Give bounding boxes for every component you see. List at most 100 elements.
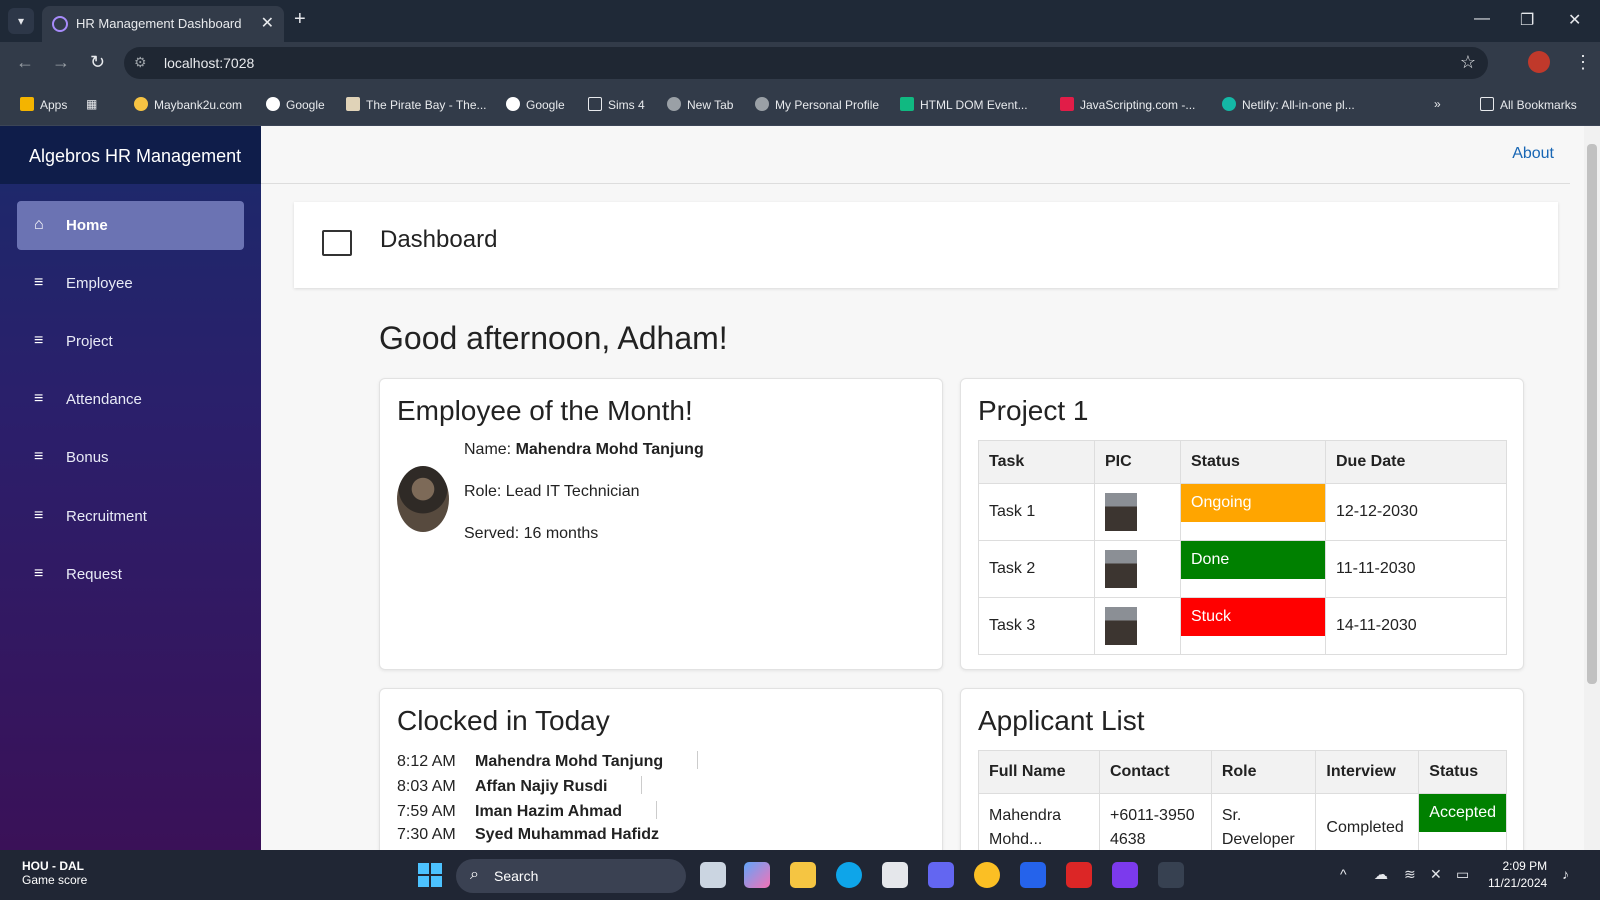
clocked-title: Clocked in Today	[397, 705, 610, 736]
menu-lines-icon: ≡	[34, 448, 44, 465]
bookmark-google-2[interactable]: Google	[506, 97, 565, 112]
status-badge: Stuck	[1181, 598, 1325, 636]
taskbar-search[interactable]: ⌕ Search	[456, 859, 686, 893]
terminal-icon[interactable]	[1158, 862, 1184, 888]
new-tab-button[interactable]: +	[294, 8, 306, 31]
forward-icon[interactable]: →	[52, 52, 70, 73]
status-badge: Ongoing	[1181, 484, 1325, 522]
taskbar-clock[interactable]: 2:09 PM 11/21/2024	[1488, 858, 1547, 892]
pic-avatar	[1105, 493, 1137, 531]
bookmark-google[interactable]: Google	[266, 97, 325, 112]
chrome-icon[interactable]	[974, 862, 1000, 888]
wifi-icon[interactable]: ≋	[1404, 866, 1416, 883]
bookmarks-bar: Apps ▦ Maybank2u.com Google The Pirate B…	[0, 84, 1600, 126]
reload-icon[interactable]: ↻	[90, 52, 105, 73]
nav-bonus[interactable]: ≡ Bonus	[17, 433, 244, 482]
bookmark-newtab[interactable]: New Tab	[667, 97, 733, 112]
tab-search-button[interactable]: ▾	[8, 8, 34, 34]
bookmark-star-icon[interactable]: ☆	[1460, 52, 1476, 73]
menu-lines-icon: ≡	[34, 274, 44, 291]
bookmark-htmldom[interactable]: HTML DOM Event...	[900, 97, 1028, 112]
nav-attendance[interactable]: ≡ Attendance	[17, 375, 244, 424]
about-link[interactable]: About	[1512, 145, 1554, 163]
copilot-icon[interactable]	[744, 862, 770, 888]
browser-tab[interactable]: HR Management Dashboard ✕	[42, 6, 284, 42]
bookmark-maybank[interactable]: Maybank2u.com	[134, 97, 242, 112]
onedrive-icon[interactable]: ☁	[1374, 866, 1388, 883]
nav-label: Attendance	[66, 391, 142, 408]
column-header: Role	[1210, 750, 1317, 794]
interview-cell: Completed	[1315, 793, 1420, 850]
word-icon[interactable]	[1020, 862, 1046, 888]
list-item: 8:03 AM Affan Najiy Rusdi	[397, 776, 643, 796]
task-cell: Task 3	[978, 597, 1095, 655]
grid-icon[interactable]: ▦	[86, 97, 97, 111]
edge-icon[interactable]	[836, 862, 862, 888]
bookmark-sims4-folder[interactable]: Sims 4	[588, 97, 645, 112]
project-card: Project 1 Task PIC Status Due Date Task …	[960, 378, 1524, 670]
url-text: localhost:7028	[164, 55, 255, 71]
list-item: 7:59 AM Iman Hazim Ahmad	[397, 801, 657, 821]
battery-icon[interactable]: ▭	[1456, 866, 1469, 883]
site-info-icon[interactable]: ⚙	[134, 54, 147, 71]
minimize-button[interactable]: —	[1474, 10, 1490, 28]
close-window-button[interactable]: ✕	[1568, 10, 1581, 30]
nav-recruitment[interactable]: ≡ Recruitment	[17, 492, 244, 541]
profile-avatar[interactable]	[1528, 51, 1550, 73]
nav-label: Recruitment	[66, 508, 147, 525]
bookmark-apps[interactable]: Apps	[20, 97, 67, 112]
pic-avatar	[1105, 550, 1137, 588]
employee-avatar	[397, 466, 449, 532]
browser-titlebar: ▾ HR Management Dashboard ✕ + — ❐ ✕	[0, 0, 1600, 42]
column-header: Task	[978, 440, 1095, 484]
teams-icon[interactable]	[928, 862, 954, 888]
status-cell: Ongoing	[1180, 483, 1326, 541]
restore-button[interactable]: ❐	[1520, 10, 1534, 30]
nav-label: Bonus	[66, 449, 109, 466]
url-bar[interactable]: ⚙ localhost:7028 ☆	[124, 47, 1488, 79]
status-badge: Accepted	[1419, 794, 1506, 832]
tray-chevron-icon[interactable]: ^	[1340, 866, 1347, 882]
all-bookmarks[interactable]: All Bookmarks	[1480, 97, 1577, 112]
game-score-widget[interactable]: HOU - DAL Game score	[22, 859, 87, 887]
nav-employee[interactable]: ≡ Employee	[17, 259, 244, 308]
browser-menu-icon[interactable]: ⋮	[1574, 52, 1592, 73]
powerpoint-icon[interactable]	[1066, 862, 1092, 888]
eom-served: Served: 16 months	[464, 525, 599, 542]
task-cell: Task 1	[978, 483, 1095, 541]
nav-project[interactable]: ≡ Project	[17, 317, 244, 366]
status-cell: Stuck	[1180, 597, 1326, 655]
bookmark-piratebay[interactable]: The Pirate Bay - The...	[346, 97, 487, 112]
list-item: 8:12 AM Mahendra Mohd Tanjung	[397, 751, 699, 771]
table-row: Task 1 Ongoing 12-12-2030	[978, 483, 1507, 541]
volume-mute-icon[interactable]: ✕	[1430, 866, 1442, 883]
search-label: Search	[494, 868, 539, 884]
task-cell: Task 2	[978, 540, 1095, 598]
table-row: Task 3 Stuck 14-11-2030	[978, 597, 1507, 655]
task-view-icon[interactable]	[700, 862, 726, 888]
visual-studio-icon[interactable]	[1112, 862, 1138, 888]
nav-label: Employee	[66, 275, 133, 292]
nav-request[interactable]: ≡ Request	[17, 550, 244, 599]
page-scrollbar[interactable]	[1584, 126, 1600, 850]
pic-avatar	[1105, 607, 1137, 645]
eom-name: Name: Mahendra Mohd Tanjung	[464, 441, 704, 458]
tab-close-icon[interactable]: ✕	[261, 13, 274, 33]
back-icon[interactable]: ←	[16, 52, 34, 73]
bookmark-netlify[interactable]: Netlify: All-in-one pl...	[1222, 97, 1355, 112]
store-icon[interactable]	[882, 862, 908, 888]
more-bookmarks-icon[interactable]: »	[1434, 97, 1441, 111]
pic-cell	[1094, 483, 1181, 541]
tab-title: HR Management Dashboard	[76, 16, 242, 31]
pic-cell	[1094, 540, 1181, 598]
table-row: Mahendra Mohd... +6011-3950 4638 Sr. Develo…	[978, 793, 1507, 850]
nav-home[interactable]: ⌂ Home	[17, 201, 244, 250]
windows-start-icon[interactable]	[418, 863, 442, 887]
brand-title[interactable]: Algebros HR Management	[0, 126, 261, 184]
file-explorer-icon[interactable]	[790, 862, 816, 888]
bookmark-javascripting[interactable]: JavaScripting.com -...	[1060, 97, 1195, 112]
bookmark-profile[interactable]: My Personal Profile	[755, 97, 879, 112]
list-item: 7:30 AM Syed Muhammad Hafidz	[397, 826, 660, 843]
notification-bell-icon[interactable]: ♪	[1562, 866, 1569, 882]
scrollbar-thumb[interactable]	[1587, 144, 1597, 684]
